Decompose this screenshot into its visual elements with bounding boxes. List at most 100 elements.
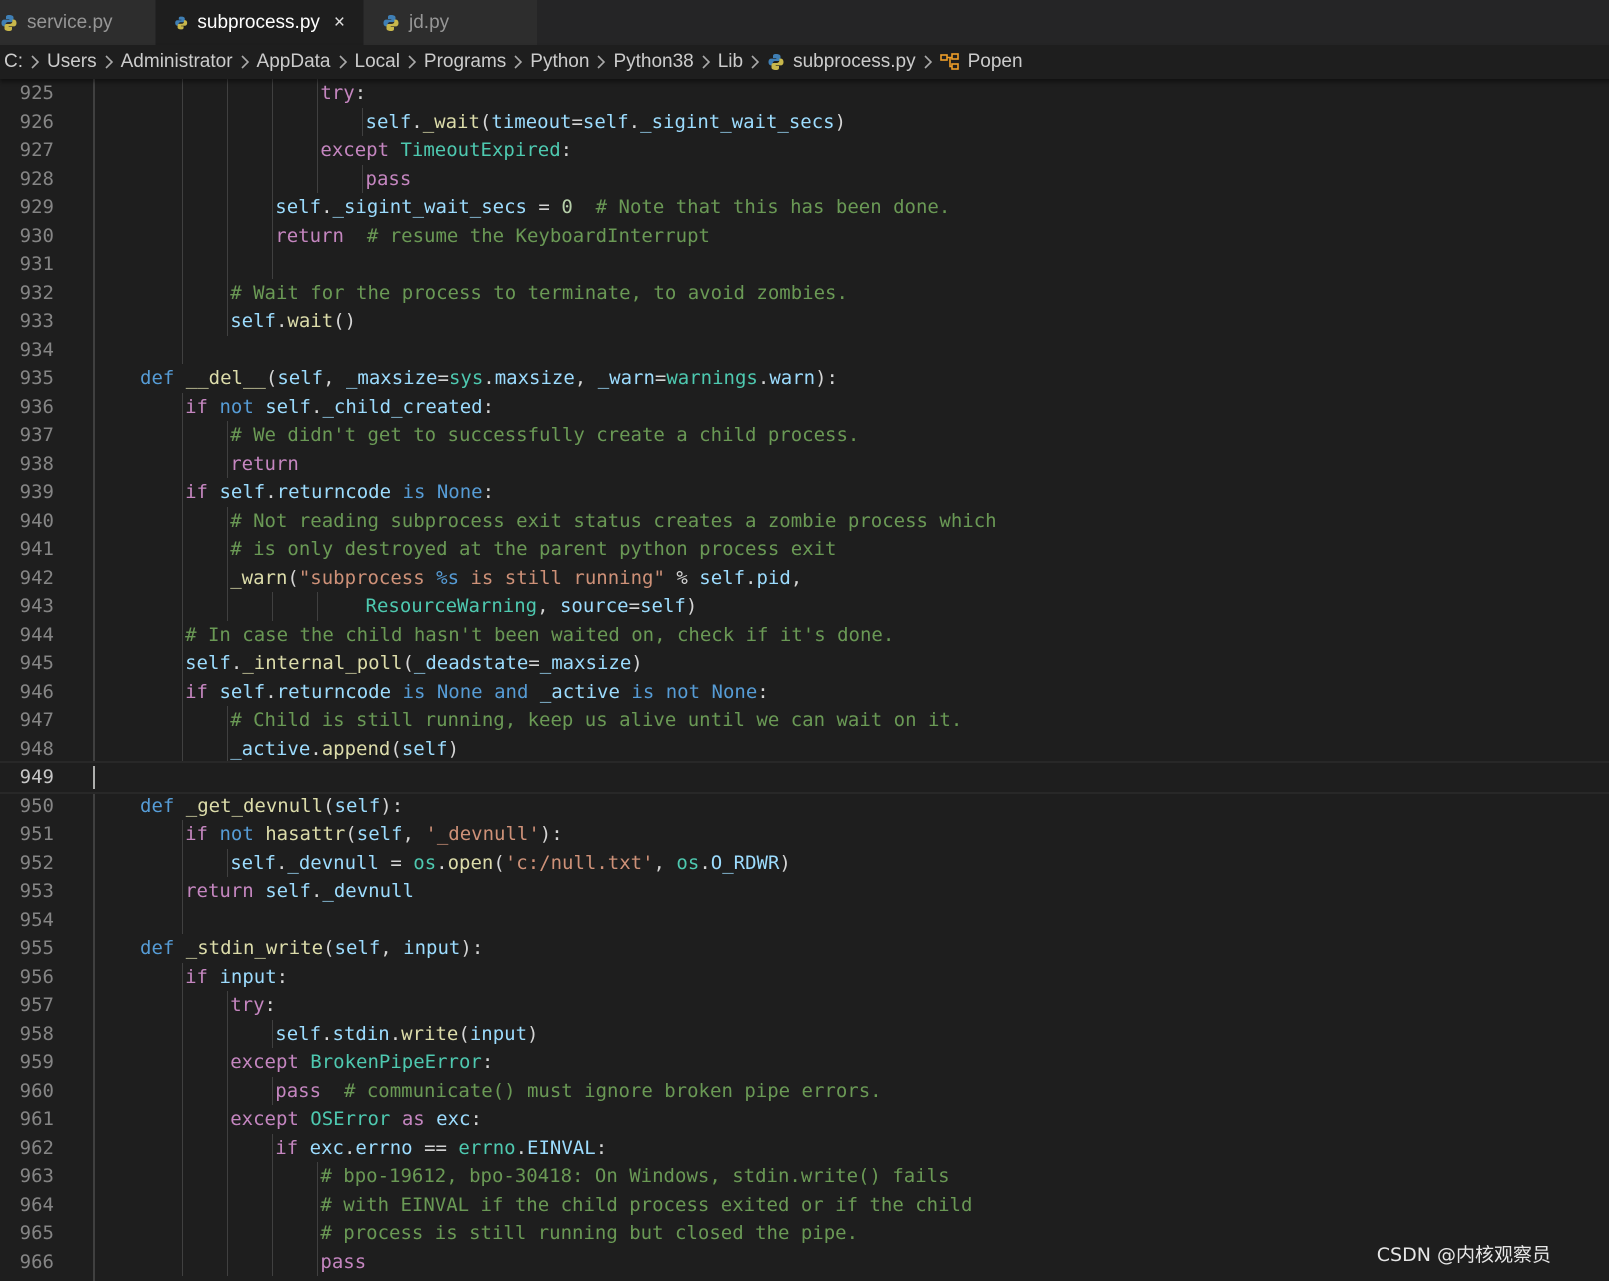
code-token: _maxsize bbox=[539, 652, 632, 674]
code-line[interactable]: 939 if self.returncode is None: bbox=[0, 478, 1609, 507]
code-line[interactable]: 941 # is only destroyed at the parent pyt… bbox=[0, 535, 1609, 564]
indent-guide bbox=[227, 1076, 229, 1105]
breadcrumb-python38[interactable]: Python38 bbox=[613, 51, 693, 73]
breadcrumb-drive[interactable]: C: bbox=[4, 51, 23, 73]
code-line[interactable]: 959 except BrokenPipeError: bbox=[0, 1048, 1609, 1077]
code-token: self bbox=[356, 823, 403, 845]
indent-guide bbox=[362, 107, 364, 136]
code-line[interactable]: 933 self.wait() bbox=[0, 307, 1609, 336]
tab-service-py[interactable]: service.py bbox=[0, 0, 156, 45]
indent-guide bbox=[317, 164, 319, 193]
code-token: self bbox=[230, 851, 276, 874]
code-token: except bbox=[230, 1051, 299, 1073]
code-line[interactable]: 961 except OSError as exc: bbox=[0, 1105, 1609, 1134]
breadcrumb-python[interactable]: Python bbox=[530, 51, 589, 73]
code-line[interactable]: 962 if exc.errno == errno.EINVAL: bbox=[0, 1133, 1609, 1162]
code-token: self bbox=[401, 737, 448, 760]
breadcrumb-appdata[interactable]: AppData bbox=[257, 51, 331, 73]
code-token: "subprocess bbox=[298, 566, 437, 589]
code-token: . bbox=[628, 110, 641, 133]
indent-guide bbox=[362, 164, 364, 193]
code-line[interactable]: 925 try: bbox=[0, 79, 1609, 108]
code-token: self bbox=[699, 566, 746, 589]
indent-guide bbox=[182, 250, 183, 279]
code-line[interactable]: 963 # bpo-19612, bpo-30418: On Windows, s… bbox=[0, 1162, 1609, 1191]
code-line[interactable]: 949 bbox=[0, 761, 1609, 794]
code-token: pass bbox=[275, 1079, 322, 1102]
code-line[interactable]: 947 # Child is still running, keep us ali… bbox=[0, 706, 1609, 735]
code-text: # We didn't get to successfully create a… bbox=[230, 421, 859, 450]
code-line[interactable]: 966 pass bbox=[0, 1247, 1609, 1276]
breadcrumb-file[interactable]: subprocess.py bbox=[767, 51, 916, 73]
line-number: 964 bbox=[19, 1193, 54, 1216]
indent-guide bbox=[182, 221, 183, 250]
breadcrumb: C: Users Administrator AppData Local Pro… bbox=[0, 45, 1609, 79]
code-token: : bbox=[482, 481, 495, 503]
code-token: : bbox=[481, 1051, 494, 1073]
line-number: 955 bbox=[19, 937, 54, 959]
code-line[interactable]: 960 pass # communicate() must ignore brok… bbox=[0, 1076, 1609, 1105]
line-number: 959 bbox=[19, 1051, 54, 1073]
code-line[interactable]: 944 # In case the child hasn't been waite… bbox=[0, 620, 1609, 649]
code-line[interactable]: 942 _warn("subprocess %s is still running… bbox=[0, 563, 1609, 592]
code-text: pass bbox=[366, 165, 412, 194]
close-icon[interactable]: × bbox=[334, 12, 345, 34]
breadcrumb-symbol[interactable]: Popen bbox=[939, 51, 1023, 73]
code-line[interactable]: 953 return self._devnull bbox=[0, 877, 1609, 906]
code-line[interactable]: 934 bbox=[0, 335, 1609, 364]
code-line[interactable]: 950 def _get_devnull(self): bbox=[0, 792, 1609, 821]
breadcrumb-users[interactable]: Users bbox=[47, 51, 97, 73]
code-line[interactable]: 955 def _stdin_write(self, input): bbox=[0, 934, 1609, 963]
code-line[interactable]: 931 bbox=[0, 250, 1609, 279]
code-line[interactable]: 948 _active.append(self) bbox=[0, 734, 1609, 763]
code-line[interactable]: 946 if self.returncode is None and _activ… bbox=[0, 677, 1609, 706]
code-line[interactable]: 937 # We didn't get to successfully creat… bbox=[0, 421, 1609, 450]
chevron-right-icon bbox=[337, 55, 349, 69]
breadcrumb-administrator[interactable]: Administrator bbox=[121, 51, 233, 73]
code-line[interactable]: 957 try: bbox=[0, 991, 1609, 1020]
code-token: ( bbox=[323, 794, 335, 817]
code-line[interactable]: 958 self.stdin.write(input) bbox=[0, 1019, 1609, 1048]
code-line[interactable]: 954 bbox=[0, 905, 1609, 934]
indent-guide bbox=[272, 1133, 274, 1162]
code-line[interactable]: 929 self._sigint_wait_secs = 0 # Note tha… bbox=[0, 193, 1609, 222]
indent-guide bbox=[227, 79, 229, 108]
code-line[interactable]: 940 # Not reading subprocess exit status … bbox=[0, 506, 1609, 535]
line-number: 965 bbox=[19, 1222, 54, 1244]
code-line[interactable]: 926 self._wait(timeout=self._sigint_wait_… bbox=[0, 107, 1609, 136]
line-number: 931 bbox=[19, 253, 54, 275]
code-token: EINVAL bbox=[527, 1136, 596, 1159]
code-line[interactable]: 928 pass bbox=[0, 164, 1609, 194]
code-line[interactable]: 932 # Wait for the process to terminate, … bbox=[0, 278, 1609, 307]
code-line[interactable]: 965 # process is still running but closed… bbox=[0, 1219, 1609, 1248]
line-number: 939 bbox=[19, 481, 54, 503]
chevron-right-icon bbox=[749, 55, 761, 69]
breadcrumb-programs[interactable]: Programs bbox=[424, 51, 506, 73]
code-line[interactable]: 936 if not self._child_created: bbox=[0, 392, 1609, 421]
code-editor[interactable]: 925 try: 926 self._wait(timeout=self._sigin… bbox=[0, 79, 1609, 1281]
code-line[interactable]: 943 ResourceWarning, source=self) bbox=[0, 592, 1609, 621]
code-line[interactable]: 956 if input: bbox=[0, 962, 1609, 991]
indent-guide bbox=[182, 649, 183, 678]
tab-jd-py[interactable]: jd.py bbox=[364, 0, 538, 45]
indent-guide bbox=[182, 107, 183, 136]
code-token: # Wait for the process to terminate, to … bbox=[230, 281, 848, 304]
breadcrumb-local[interactable]: Local bbox=[355, 51, 400, 73]
code-token: _internal_poll bbox=[242, 652, 403, 674]
code-line[interactable]: 952 self._devnull = os.open('c:/null.txt'… bbox=[0, 848, 1609, 877]
code-line[interactable]: 938 return bbox=[0, 449, 1609, 478]
tab-subprocess-py[interactable]: subprocess.py × bbox=[156, 0, 364, 45]
indent-guide bbox=[182, 193, 183, 222]
code-line[interactable]: 964 # with EINVAL if the child process ex… bbox=[0, 1190, 1609, 1219]
code-line[interactable]: 927 except TimeoutExpired: bbox=[0, 136, 1609, 165]
code-line[interactable]: 935 def __del__(self, _maxsize=sys.maxsiz… bbox=[0, 364, 1609, 393]
code-line[interactable]: 930 return # resume the KeyboardInterrupt bbox=[0, 221, 1609, 250]
code-line[interactable]: 951 if not hasattr(self, '_devnull'): bbox=[0, 820, 1609, 849]
breadcrumb-lib[interactable]: Lib bbox=[718, 51, 743, 73]
code-line[interactable]: 945 self._internal_poll(_deadstate=_maxsi… bbox=[0, 649, 1609, 678]
